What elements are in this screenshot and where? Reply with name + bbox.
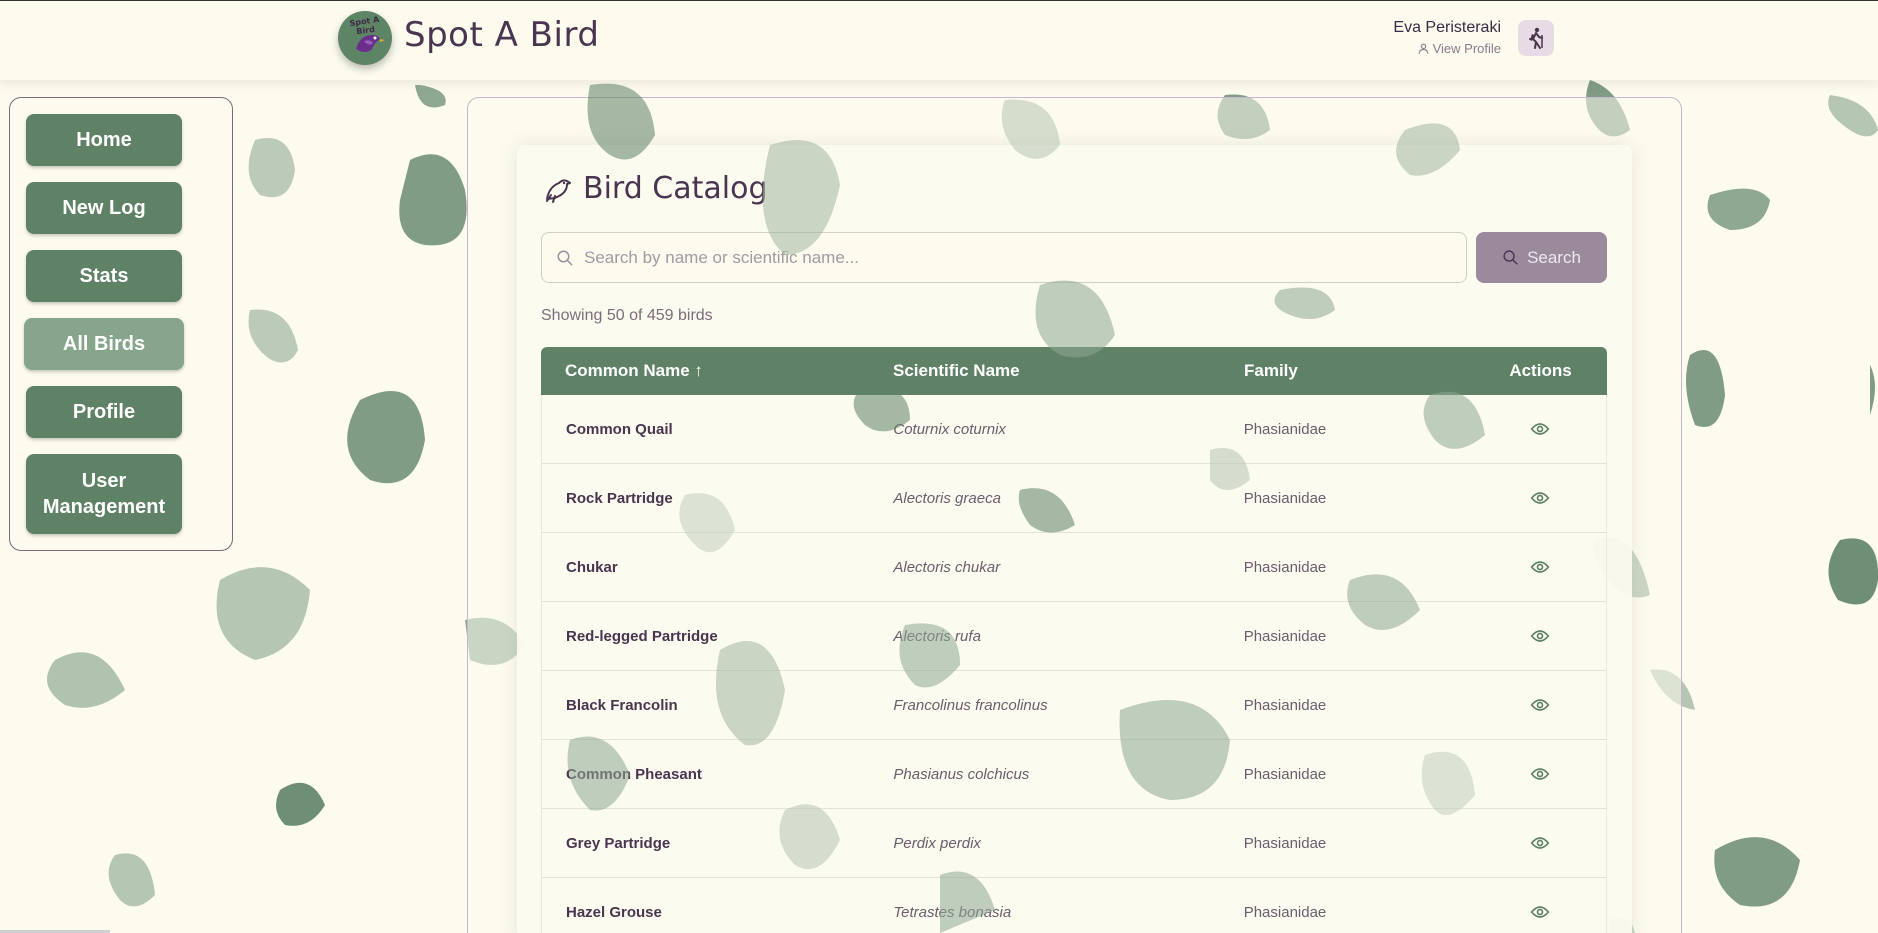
cell-actions [1473,626,1606,646]
cell-common-name: Common Pheasant [566,765,702,783]
eye-icon[interactable] [1530,833,1550,853]
sidebar-nav: Home New Log Stats All Birds Profile Use… [9,97,233,551]
cell-actions [1473,764,1606,784]
user-name: Eva Peristeraki [1393,19,1501,36]
birds-table: Common Name ↑ Scientific Name Family Act… [541,347,1607,933]
search-button-label: Search [1527,247,1581,267]
search-button[interactable]: Search [1476,232,1607,283]
sidebar-item-new-log[interactable]: New Log [26,182,182,234]
column-family[interactable]: Family [1244,361,1474,381]
sidebar-item-all-birds[interactable]: All Birds [24,318,184,370]
search-input[interactable] [584,247,1444,268]
avatar-button[interactable] [1518,20,1554,56]
logo-bird-icon [356,35,385,52]
cell-actions [1473,833,1606,853]
table-row[interactable]: Black Francolin Francolinus francolinus Ph… [541,671,1607,740]
eye-icon[interactable] [1530,902,1550,922]
cell-common-name: Chukar [566,558,618,576]
search-field[interactable] [541,232,1467,283]
cell-common-name: Common Quail [566,420,673,438]
table-row[interactable]: Hazel Grouse Tetrastes bonasia Phasianidae [541,878,1607,933]
sidebar-item-user-management[interactable]: User Management [26,454,182,534]
column-common-name[interactable]: Common Name ↑ [541,361,893,381]
table-row[interactable]: Grey Partridge Perdix perdix Phasianidae [541,809,1607,878]
cell-family: Phasianidae [1243,834,1327,852]
table-row[interactable]: Chukar Alectoris chukar Phasianidae [541,533,1607,602]
cell-common-name: Red-legged Partridge [566,627,718,645]
table-body: Common Quail Coturnix coturnix Phasianidae… [541,395,1607,933]
eye-icon[interactable] [1530,419,1550,439]
results-count: Showing 50 of 459 birds [541,307,713,324]
eye-icon[interactable] [1530,764,1550,784]
cell-actions [1473,695,1606,715]
eye-icon[interactable] [1530,557,1550,577]
cell-common-name: Rock Partridge [566,489,673,507]
catalog-title-text: Bird Catalog [583,171,768,206]
eye-icon[interactable] [1530,695,1550,715]
search-icon [557,250,573,265]
cell-scientific-name: Tetrastes bonasia [893,903,1012,921]
cell-scientific-name: Perdix perdix [893,834,981,852]
cell-family: Phasianidae [1243,765,1327,783]
cell-actions [1473,557,1606,577]
hiker-icon [1529,27,1543,49]
cell-scientific-name: Coturnix coturnix [893,420,1006,438]
cell-family: Phasianidae [1243,627,1327,645]
cell-family: Phasianidae [1243,696,1327,714]
table-row[interactable]: Common Quail Coturnix coturnix Phasianidae [541,395,1607,464]
cell-actions [1473,419,1606,439]
eye-icon[interactable] [1530,626,1550,646]
table-header: Common Name ↑ Scientific Name Family Act… [541,347,1607,395]
page-title: Bird Catalog [541,171,768,206]
cell-family: Phasianidae [1243,903,1327,921]
eye-icon[interactable] [1530,488,1550,508]
table-row[interactable]: Red-legged Partridge Alectoris rufa Phasia… [541,602,1607,671]
column-actions: Actions [1509,361,1572,380]
sidebar-item-profile[interactable]: Profile [26,386,182,438]
user-icon [1418,43,1428,54]
sidebar-item-stats[interactable]: Stats [26,250,182,302]
search-button-icon [1503,250,1518,265]
cell-scientific-name: Francolinus francolinus [893,696,1048,714]
app-title[interactable]: Spot A Bird [404,15,599,55]
cell-actions [1473,488,1606,508]
column-scientific-name[interactable]: Scientific Name [893,361,1244,381]
table-row[interactable]: Rock Partridge Alectoris graeca Phasianida… [541,464,1607,533]
cell-family: Phasianidae [1243,489,1327,507]
app-logo[interactable]: Spot A Bird [338,11,392,65]
cell-scientific-name: Alectoris rufa [893,627,981,645]
cell-scientific-name: Alectoris chukar [893,558,1001,576]
cell-common-name: Black Francolin [566,696,678,714]
view-profile-label: View Profile [1432,41,1501,56]
sidebar-item-home[interactable]: Home [26,114,182,166]
cell-scientific-name: Phasianus colchicus [893,765,1030,783]
cell-actions [1473,902,1606,922]
table-row[interactable]: Common Pheasant Phasianus colchicus Phasia… [541,740,1607,809]
cell-scientific-name: Alectoris graeca [893,489,1001,507]
catalog-card: Bird Catalog Search Showing 50 of 459 bi… [517,145,1632,933]
cell-family: Phasianidae [1243,558,1327,576]
bird-icon [546,178,571,203]
view-profile-link[interactable]: View Profile [1417,41,1501,56]
cell-common-name: Hazel Grouse [566,903,662,921]
cell-family: Phasianidae [1243,420,1327,438]
top-header: Spot A Bird Spot A Bird Eva Peristeraki … [0,0,1878,80]
cell-common-name: Grey Partridge [566,834,671,852]
